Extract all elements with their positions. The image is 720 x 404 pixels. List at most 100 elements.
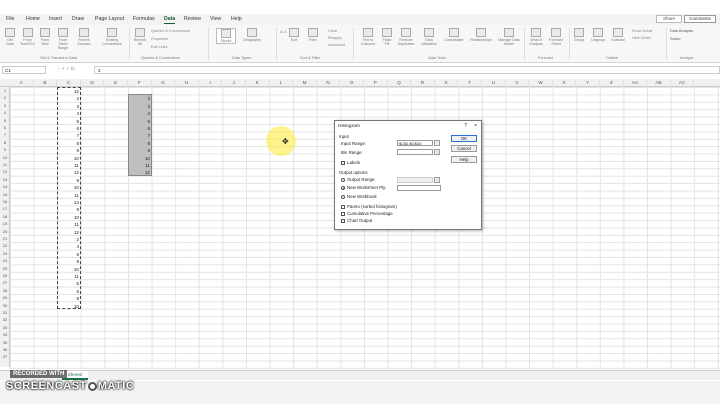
cell-f[interactable]: 10 (129, 155, 152, 162)
input-range-field[interactable]: $C$1:$C$30 (397, 140, 433, 146)
from-table-button[interactable]: From Table/ Range (54, 28, 72, 50)
column-header[interactable]: R (411, 79, 435, 87)
pareto-checkbox[interactable] (341, 205, 345, 209)
column-header[interactable]: P (364, 79, 388, 87)
row-header[interactable]: 30 (0, 302, 10, 309)
row-header[interactable]: 4 (0, 109, 10, 116)
new-workbook-radio[interactable] (341, 195, 345, 199)
row-header[interactable]: 22 (0, 242, 10, 249)
cell-f[interactable]: 7 (129, 132, 152, 139)
solver-button[interactable]: Solver (670, 37, 681, 41)
remove-duplicates-button[interactable]: Remove Duplicates (396, 28, 416, 46)
output-range-radio[interactable] (341, 178, 345, 182)
row-header[interactable]: 12 (0, 168, 10, 175)
cell-c[interactable]: 5 (58, 280, 81, 287)
cell-c[interactable]: 10 (58, 266, 81, 273)
column-header[interactable]: A (10, 79, 34, 87)
cell-c[interactable]: 8 (58, 295, 81, 302)
column-header[interactable]: Z (600, 79, 624, 87)
column-header[interactable]: H (175, 79, 199, 87)
filter-button[interactable]: Filter (306, 28, 320, 42)
cumulative-checkbox[interactable] (341, 212, 345, 216)
from-web-button[interactable]: From Web (38, 28, 52, 46)
cell-f[interactable]: 3 (129, 103, 152, 110)
row-header[interactable]: 15 (0, 191, 10, 198)
cell-c[interactable]: 10 (58, 155, 81, 162)
cell-c[interactable]: 4 (58, 243, 81, 250)
row-header[interactable]: 21 (0, 235, 10, 242)
bin-range-field[interactable] (397, 149, 433, 155)
share-button[interactable]: Share (656, 15, 682, 23)
tab-home[interactable]: Home (26, 16, 40, 22)
cell-c[interactable]: 12 (58, 169, 81, 176)
tab-draw[interactable]: Draw (72, 16, 84, 22)
cell-c[interactable]: 11 (58, 162, 81, 169)
text-to-columns-button[interactable]: Text to Columns (358, 28, 378, 46)
column-header[interactable]: U (482, 79, 506, 87)
row-header[interactable]: 29 (0, 294, 10, 301)
help-button[interactable]: Help (451, 156, 477, 163)
tab-view[interactable]: View (210, 16, 221, 22)
row-header[interactable]: 13 (0, 176, 10, 183)
row-header[interactable]: 17 (0, 205, 10, 212)
column-header[interactable]: F (128, 79, 152, 87)
cell-c[interactable]: 10 (58, 214, 81, 221)
tab-review[interactable]: Review (184, 16, 201, 22)
cell-c[interactable]: 6 (58, 125, 81, 132)
hide-detail-button[interactable]: Hide Detail (632, 36, 651, 40)
column-header[interactable]: N (317, 79, 341, 87)
ok-button[interactable]: OK (451, 135, 477, 142)
row-header[interactable]: 24 (0, 257, 10, 264)
row-header[interactable]: 20 (0, 228, 10, 235)
cell-c[interactable]: 12 (58, 88, 81, 95)
cell-c[interactable]: 8 (58, 140, 81, 147)
cell-c[interactable]: 9 (58, 147, 81, 154)
cell-c[interactable]: 11 (58, 221, 81, 228)
queries-connections-button[interactable]: Queries & Connections (151, 29, 190, 33)
column-header[interactable]: C (57, 79, 81, 87)
output-range-field[interactable] (397, 177, 433, 183)
row-header[interactable]: 14 (0, 183, 10, 190)
row-header[interactable]: 5 (0, 117, 10, 124)
tab-formulas[interactable]: Formulas (133, 16, 155, 22)
cell-f[interactable]: 11 (129, 162, 152, 169)
column-header[interactable]: K (246, 79, 270, 87)
edit-links-button[interactable]: Edit Links (151, 45, 167, 49)
cell-c[interactable]: 4 (58, 110, 81, 117)
advanced-button[interactable]: Advanced (328, 43, 345, 47)
column-header[interactable]: O (340, 79, 364, 87)
column-header[interactable]: D (81, 79, 105, 87)
cell-c[interactable]: 10 (58, 184, 81, 191)
column-header[interactable]: AA (624, 79, 648, 87)
properties-button[interactable]: Properties (151, 37, 168, 41)
cell-c[interactable]: 13 (58, 199, 81, 206)
bin-range-picker-button[interactable]: ↑ (434, 149, 440, 155)
subtotal-button[interactable]: Subtotal (609, 28, 627, 42)
row-header[interactable]: 33 (0, 324, 10, 331)
row-header[interactable]: 23 (0, 250, 10, 257)
clear-button[interactable]: Clear (328, 29, 337, 33)
cell-c[interactable]: 10 (58, 303, 81, 310)
sort-button[interactable]: Sort (288, 28, 300, 42)
cell-c[interactable]: 9 (58, 258, 81, 265)
column-header[interactable]: I (199, 79, 223, 87)
cell-c[interactable]: 11 (58, 192, 81, 199)
row-header[interactable]: 6 (0, 124, 10, 131)
from-text-button[interactable]: From Text/CSV (19, 28, 36, 46)
existing-connections-button[interactable]: Existing Connections (100, 28, 124, 46)
comments-button[interactable]: Comments (684, 15, 716, 23)
column-header[interactable]: T (458, 79, 482, 87)
consolidate-button[interactable]: Consolidate (442, 28, 466, 42)
cell-f[interactable]: 12 (129, 169, 152, 176)
row-header[interactable]: 1 (0, 87, 10, 94)
cell-c[interactable]: 9 (58, 206, 81, 213)
group-button[interactable]: Group (572, 28, 586, 42)
relationships-button[interactable]: Relationships (468, 28, 494, 42)
close-icon[interactable]: × (474, 123, 477, 129)
new-worksheet-field[interactable] (397, 185, 441, 191)
column-header[interactable]: AC (671, 79, 695, 87)
data-validation-button[interactable]: Data Validation (420, 28, 438, 46)
fx-icon[interactable]: ⋮ × ✓ fx (56, 66, 75, 72)
column-header[interactable]: E (104, 79, 128, 87)
cell-c[interactable]: 9 (58, 177, 81, 184)
